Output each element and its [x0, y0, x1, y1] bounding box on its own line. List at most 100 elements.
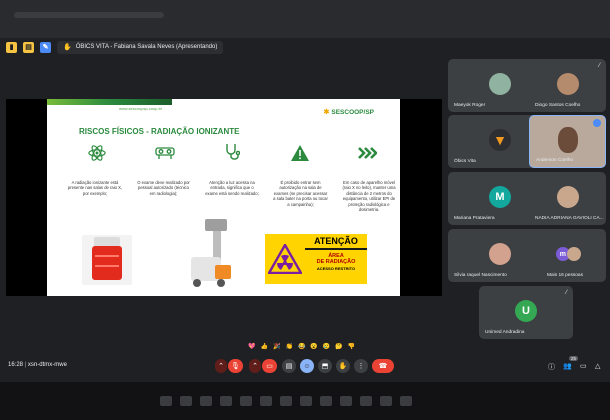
portable-xray-image	[185, 217, 243, 289]
end-call-button[interactable]: ☎	[372, 359, 394, 373]
meeting-controls: 16:28 | xsn-dtmx-mwe ⌃ 🎙 ⌃ ▭ ▤ ☺ ⬒ ✋ ⋮ ☎…	[0, 356, 610, 378]
hand-icon: ✋	[63, 44, 72, 51]
taskbar-item[interactable]	[340, 396, 352, 406]
sign-heading: ATENÇÃO	[305, 234, 367, 248]
avatar	[489, 73, 511, 96]
participant-tile[interactable]: ⁄ Diogo Santos Coelho	[529, 59, 606, 112]
participant-tile[interactable]: ⁄ U Unimed Andradina	[479, 286, 573, 339]
thinking-icon[interactable]: 🤔	[335, 343, 342, 350]
avatar	[566, 247, 581, 262]
reactions-bar: 💖 👍 🎉 👏 😂 😮 😢 🤔 👎	[248, 343, 355, 350]
camera-off-button[interactable]: ▭	[262, 359, 277, 373]
more-vert-icon: ⋮	[357, 363, 365, 370]
participant-tile[interactable]: NADIA ADRIANA GAVIOLI CA...	[529, 172, 606, 225]
column-text-4: É proibido entrar sem autorização na sal…	[273, 180, 328, 207]
info-icon[interactable]: ⓘ	[548, 362, 555, 372]
raise-hand-button[interactable]: ✋	[336, 359, 350, 373]
speaking-icon	[593, 119, 601, 127]
video-feed	[557, 127, 578, 154]
more-people-label: Mais 16 pessoas	[547, 273, 583, 278]
avatar: U	[515, 300, 537, 323]
taskbar-item[interactable]	[320, 396, 332, 406]
mic-off-icon: ⁄	[598, 63, 600, 69]
stethoscope-icon	[222, 143, 242, 163]
avatar: M	[489, 186, 511, 209]
avatar	[489, 243, 511, 266]
taskbar-item[interactable]	[220, 396, 232, 406]
taskbar-item[interactable]	[400, 396, 412, 406]
mic-off-icon: 🎙	[231, 363, 240, 370]
presenter-tag[interactable]: ✋ ÓBICS VITA - Fabiana Savala Neves (Apr…	[57, 40, 224, 54]
taskbar-item[interactable]	[260, 396, 272, 406]
avatar	[556, 73, 579, 96]
clap-icon[interactable]: 👏	[285, 343, 292, 350]
taskbar-item[interactable]	[300, 396, 312, 406]
more-people-tile[interactable]: m Mais 16 pessoas	[529, 229, 606, 282]
emoji-icon: ☺	[303, 362, 311, 370]
notes-icon[interactable]: ▤	[23, 41, 34, 53]
chat-icon[interactable]: ▭	[580, 362, 587, 370]
slide-title: RISCOS FÍSICOS - RADIAÇÃO IONIZANTE	[79, 127, 240, 136]
column-text-2: O exame deve realizado por pessoal autor…	[137, 180, 190, 196]
participant-tile-speaking[interactable]: Anderson Coelho	[529, 115, 606, 168]
participant-name: Mariana Prataviera	[454, 216, 495, 221]
heart-icon[interactable]: 💖	[248, 343, 255, 350]
taskbar-item[interactable]	[200, 396, 212, 406]
radiation-icon	[265, 234, 305, 284]
more-options-button[interactable]: ⋮	[354, 359, 368, 373]
participant-name: NADIA ADRIANA GAVIOLI CA...	[535, 216, 604, 221]
sescoop-logo: ✱ SESCOOP/SP	[323, 108, 375, 117]
participant-count-badge: 25	[569, 356, 579, 361]
taskbar-item[interactable]	[360, 396, 372, 406]
browser-tab-bar[interactable]	[14, 12, 164, 18]
present-icon: ⬒	[321, 363, 329, 370]
column-text-5: Em caso de aparelho móvel (raio X no lei…	[342, 180, 396, 213]
mic-options-button[interactable]: ⌃	[215, 359, 227, 373]
participant-name: Diogo Santos Coelho	[535, 103, 581, 108]
thumbs-up-icon[interactable]: 👍	[260, 343, 267, 350]
taskbar-item[interactable]	[240, 396, 252, 406]
mic-off-icon: ⁄	[565, 290, 567, 296]
surprise-icon[interactable]: 😮	[310, 343, 317, 350]
participant-name: Óbics Vita	[454, 159, 476, 164]
radiation-sign: ATENÇÃO ÁREA DE RADIAÇÃO ACESSO RESTRITO	[265, 234, 367, 284]
participant-name: Anderson Coelho	[536, 158, 574, 163]
taskbar-item[interactable]	[380, 396, 392, 406]
captions-button[interactable]: ▤	[282, 359, 296, 373]
taskbar-item[interactable]	[180, 396, 192, 406]
taskbar	[0, 382, 610, 420]
meeting-code: xsn-dtmx-mwe	[27, 362, 67, 368]
column-text-1: A radiação ionizante está presente nas s…	[67, 180, 123, 196]
camera-off-icon: ▭	[266, 363, 273, 370]
taskbar-item[interactable]	[160, 396, 172, 406]
camera-options-button[interactable]: ⌃	[249, 359, 261, 373]
grid-icon[interactable]: ✎	[40, 41, 51, 53]
avatar	[556, 186, 579, 209]
reactions-button[interactable]: ☺	[300, 359, 314, 373]
sescoop-logo-text: SESCOOP/SP	[331, 108, 374, 116]
browser-chrome	[0, 0, 610, 38]
thumbs-down-icon[interactable]: 👎	[348, 343, 355, 350]
sign-line-3: ACESSO RESTRITO	[316, 265, 356, 271]
meeting-time: 16:28	[8, 362, 24, 368]
activities-icon[interactable]: △	[595, 362, 600, 370]
sign-body: ÁREA DE RADIAÇÃO ACESSO RESTRITO	[305, 250, 367, 284]
sescoop-logo-mark: ✱	[323, 109, 330, 116]
shared-screen: www.sescoopsp.coop.br ✱ SESCOOP/SP RISCOS…	[6, 99, 442, 296]
party-icon[interactable]: 🎉	[273, 343, 280, 350]
xray-machine-icon	[154, 143, 175, 163]
chevrons-right-icon	[357, 143, 377, 163]
present-button[interactable]: ⬒	[318, 359, 332, 373]
people-icon[interactable]: 👥	[563, 362, 572, 370]
participant-name: Maeyok Roger	[454, 103, 486, 108]
slide-icons	[87, 143, 377, 163]
sad-icon[interactable]: 😢	[323, 343, 330, 350]
laugh-icon[interactable]: 😂	[298, 343, 305, 350]
presentation-slide: www.sescoopsp.coop.br ✱ SESCOOP/SP RISCOS…	[47, 99, 400, 296]
end-call-icon: ☎	[378, 363, 388, 370]
atom-icon	[87, 143, 107, 163]
taskbar-item[interactable]	[280, 396, 292, 406]
layout-icon[interactable]: ▮	[6, 41, 17, 53]
warning-light-image	[82, 235, 132, 285]
mic-off-button[interactable]: 🎙	[228, 359, 243, 373]
